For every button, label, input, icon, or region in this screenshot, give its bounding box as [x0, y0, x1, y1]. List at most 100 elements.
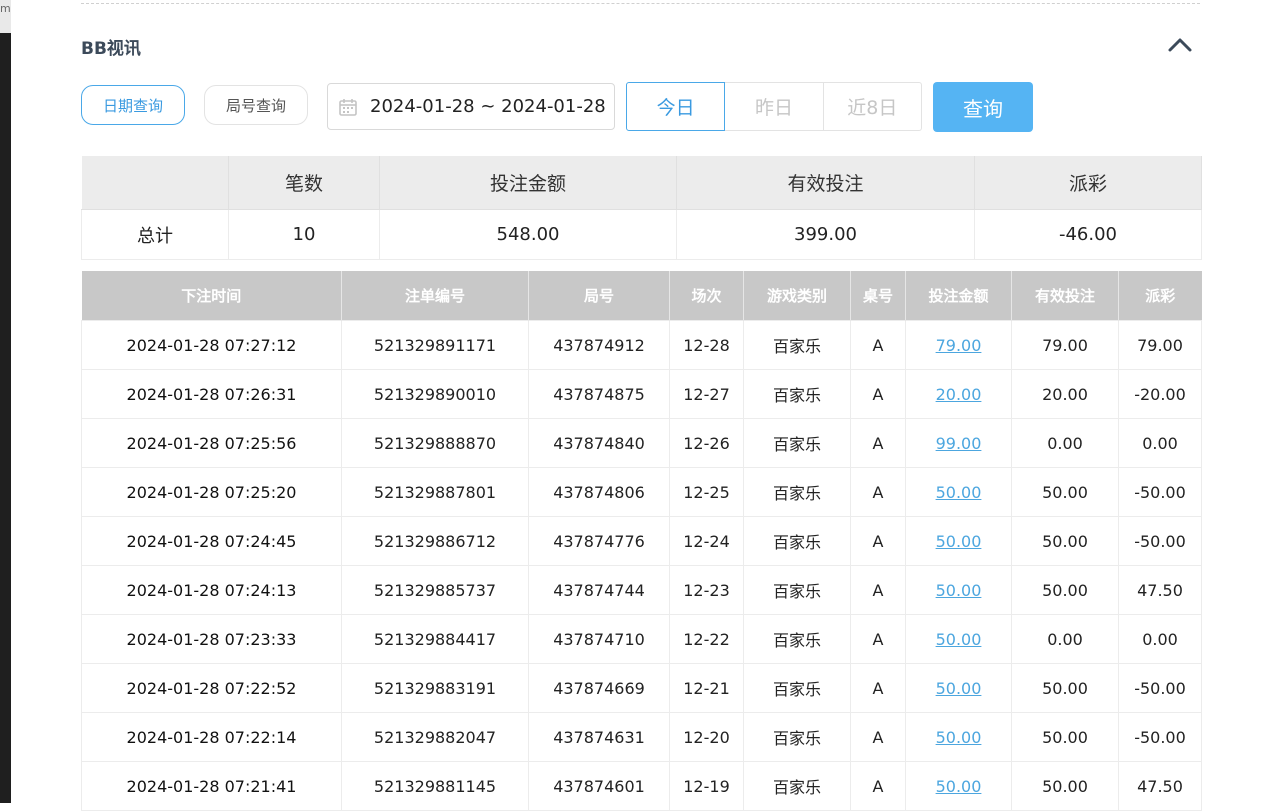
bet-amount-link[interactable]: 50.00: [936, 532, 982, 551]
cell-bet-id: 521329881145: [341, 761, 529, 811]
cell-session: 12-21: [669, 663, 744, 713]
cell-bet-time: 2024-01-28 07:22:52: [81, 663, 342, 713]
date-query-button[interactable]: 日期查询: [81, 85, 185, 125]
summary-header-row: 笔数 投注金额 有效投注 派彩: [81, 156, 1202, 210]
header-valid-bet: 有效投注: [1011, 271, 1119, 321]
bet-amount-link[interactable]: 20.00: [936, 385, 982, 404]
cell-bet-time: 2024-01-28 07:24:13: [81, 565, 342, 615]
cell-game-type: 百家乐: [743, 418, 851, 468]
summary-table: 笔数 投注金额 有效投注 派彩 总计 10 548.00 399.00 -46.…: [81, 156, 1202, 260]
cell-bet-id: 521329887801: [341, 467, 529, 517]
summary-header-count: 笔数: [228, 156, 380, 210]
cell-bet-amount: 50.00: [905, 761, 1012, 811]
cell-bet-amount: 99.00: [905, 418, 1012, 468]
cell-round-no: 437874776: [528, 516, 670, 566]
summary-total-count: 10: [228, 209, 380, 260]
cell-bet-amount: 50.00: [905, 516, 1012, 566]
cell-session: 12-25: [669, 467, 744, 517]
cell-payout: 0.00: [1118, 418, 1202, 468]
table-row: 2024-01-28 07:22:52 521329883191 437874669…: [81, 663, 1202, 713]
cell-bet-id: 521329885737: [341, 565, 529, 615]
cell-game-type: 百家乐: [743, 369, 851, 419]
cell-table-no: A: [850, 614, 906, 664]
cell-table-no: A: [850, 467, 906, 517]
quick-date-group: 今日 昨日 近8日: [626, 82, 922, 131]
cell-payout: -50.00: [1118, 663, 1202, 713]
cell-game-type: 百家乐: [743, 565, 851, 615]
bet-amount-link[interactable]: 99.00: [936, 434, 982, 453]
cell-game-type: 百家乐: [743, 614, 851, 664]
cell-table-no: A: [850, 418, 906, 468]
cell-bet-id: 521329891171: [341, 320, 529, 370]
cell-bet-time: 2024-01-28 07:22:14: [81, 712, 342, 762]
header-round-no: 局号: [528, 271, 670, 321]
left-window-edge: [0, 0, 11, 803]
cell-payout: -50.00: [1118, 467, 1202, 517]
cell-bet-amount: 50.00: [905, 467, 1012, 517]
bet-amount-link[interactable]: 50.00: [936, 728, 982, 747]
table-row: 2024-01-28 07:23:33 521329884417 437874710…: [81, 614, 1202, 664]
cell-payout: -20.00: [1118, 369, 1202, 419]
date-range-picker[interactable]: 2024-01-28 ~ 2024-01-28: [327, 83, 615, 130]
cell-round-no: 437874710: [528, 614, 670, 664]
bet-amount-link[interactable]: 50.00: [936, 630, 982, 649]
cell-bet-time: 2024-01-28 07:25:20: [81, 467, 342, 517]
query-button[interactable]: 查询: [933, 82, 1033, 132]
cell-game-type: 百家乐: [743, 663, 851, 713]
cell-session: 12-28: [669, 320, 744, 370]
bet-amount-link[interactable]: 50.00: [936, 679, 982, 698]
cell-bet-time: 2024-01-28 07:24:45: [81, 516, 342, 566]
round-query-button[interactable]: 局号查询: [204, 85, 308, 125]
cell-bet-amount: 50.00: [905, 565, 1012, 615]
summary-header-payout: 派彩: [974, 156, 1202, 210]
cell-table-no: A: [850, 663, 906, 713]
cell-bet-amount: 79.00: [905, 320, 1012, 370]
cell-bet-amount: 50.00: [905, 663, 1012, 713]
cell-bet-id: 521329890010: [341, 369, 529, 419]
cell-table-no: A: [850, 565, 906, 615]
cell-round-no: 437874912: [528, 320, 670, 370]
bet-amount-link[interactable]: 50.00: [936, 483, 982, 502]
cell-bet-time: 2024-01-28 07:27:12: [81, 320, 342, 370]
cell-valid-bet: 50.00: [1011, 565, 1119, 615]
bet-amount-link[interactable]: 79.00: [936, 336, 982, 355]
summary-header-label: [81, 156, 229, 210]
cell-round-no: 437874806: [528, 467, 670, 517]
cell-valid-bet: 0.00: [1011, 614, 1119, 664]
cell-bet-time: 2024-01-28 07:26:31: [81, 369, 342, 419]
cell-bet-id: 521329882047: [341, 712, 529, 762]
table-row: 2024-01-28 07:21:41 521329881145 437874601…: [81, 761, 1202, 811]
bet-amount-link[interactable]: 50.00: [936, 777, 982, 796]
summary-total-valid: 399.00: [676, 209, 975, 260]
cell-game-type: 百家乐: [743, 761, 851, 811]
cell-bet-amount: 20.00: [905, 369, 1012, 419]
cell-round-no: 437874631: [528, 712, 670, 762]
left-window-edge-text: ma: [0, 2, 11, 15]
cell-session: 12-20: [669, 712, 744, 762]
cell-payout: 0.00: [1118, 614, 1202, 664]
today-button[interactable]: 今日: [626, 82, 726, 131]
cell-valid-bet: 50.00: [1011, 712, 1119, 762]
cell-bet-id: 521329883191: [341, 663, 529, 713]
cell-bet-time: 2024-01-28 07:25:56: [81, 418, 342, 468]
top-divider: [81, 3, 1200, 4]
header-bet-time: 下注时间: [81, 271, 342, 321]
header-session: 场次: [669, 271, 744, 321]
last-8-days-button[interactable]: 近8日: [823, 82, 922, 131]
header-table-no: 桌号: [850, 271, 906, 321]
cell-game-type: 百家乐: [743, 516, 851, 566]
bet-amount-link[interactable]: 50.00: [936, 581, 982, 600]
cell-round-no: 437874875: [528, 369, 670, 419]
cell-session: 12-24: [669, 516, 744, 566]
header-bet-id: 注单编号: [341, 271, 529, 321]
cell-session: 12-27: [669, 369, 744, 419]
cell-bet-time: 2024-01-28 07:23:33: [81, 614, 342, 664]
chevron-up-icon[interactable]: [1167, 35, 1193, 53]
yesterday-button[interactable]: 昨日: [725, 82, 824, 131]
calendar-icon: [339, 98, 357, 116]
table-row: 2024-01-28 07:27:12 521329891171 437874912…: [81, 320, 1202, 370]
cell-table-no: A: [850, 320, 906, 370]
table-row: 2024-01-28 07:24:13 521329885737 437874744…: [81, 565, 1202, 615]
summary-header-bet: 投注金额: [379, 156, 677, 210]
table-row: 2024-01-28 07:22:14 521329882047 437874631…: [81, 712, 1202, 762]
